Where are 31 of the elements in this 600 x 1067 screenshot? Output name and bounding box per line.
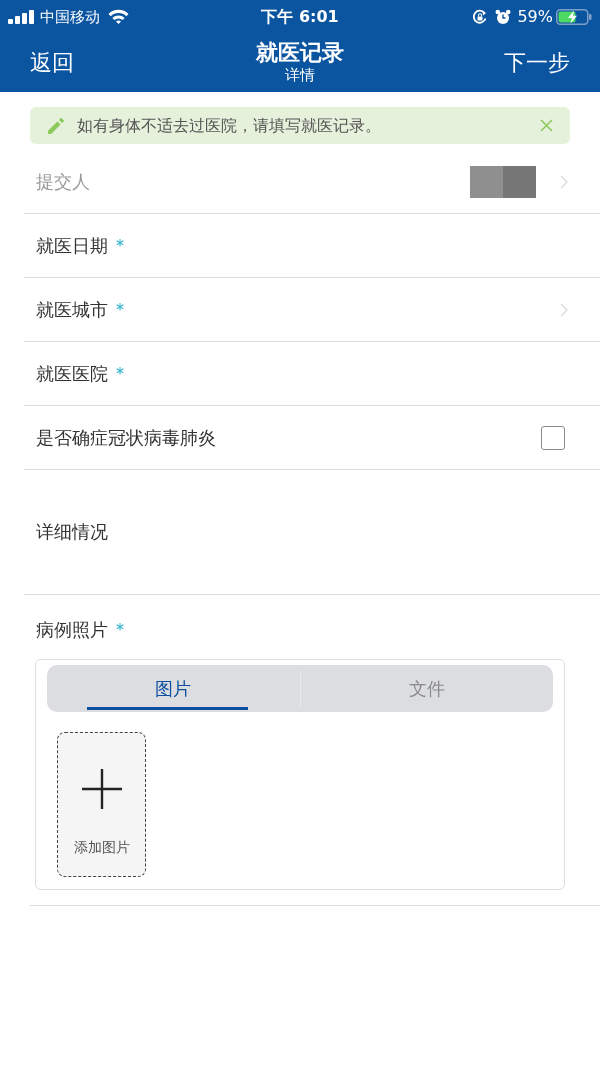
field-label: 详细情况 — [36, 520, 108, 544]
page-subtitle: 详情 — [285, 66, 315, 84]
field-label: 是否确症冠状病毒肺炎 — [36, 425, 216, 450]
field-label: 就医医院 — [36, 361, 108, 386]
back-button[interactable]: 返回 — [30, 48, 74, 77]
wifi-icon — [108, 9, 129, 24]
battery-percentage: 59% — [517, 6, 553, 27]
clock-time: 下午 6:01 — [261, 6, 339, 27]
next-step-button[interactable]: 下一步 — [504, 48, 570, 77]
page-title: 就医记录 — [256, 39, 344, 66]
required-mark: * — [116, 363, 124, 384]
field-label: 就医城市 — [36, 297, 108, 322]
alarm-clock-icon — [495, 8, 512, 25]
required-mark: * — [116, 299, 124, 320]
add-image-button[interactable]: 添加图片 — [57, 732, 146, 877]
field-label: 病例照片 — [36, 618, 108, 642]
signal-icon — [8, 9, 35, 24]
tab[interactable]: 图片 — [47, 665, 300, 712]
required-mark: * — [116, 620, 124, 640]
checkbox[interactable] — [541, 425, 565, 450]
rotation-lock-icon — [472, 8, 489, 25]
required-mark: * — [116, 235, 124, 256]
field-label: 提交人 — [36, 169, 90, 194]
pencil-icon — [47, 116, 65, 135]
plus-icon — [81, 769, 122, 809]
chevron-icon — [560, 174, 568, 189]
charging-battery-icon — [556, 8, 592, 25]
notice-text: 如有身体不适去过医院，请填写就医记录。 — [77, 115, 381, 136]
field-label: 就医日期 — [36, 233, 108, 258]
chevron-icon — [560, 302, 568, 317]
carrier-name: 中国移动 — [40, 6, 100, 27]
